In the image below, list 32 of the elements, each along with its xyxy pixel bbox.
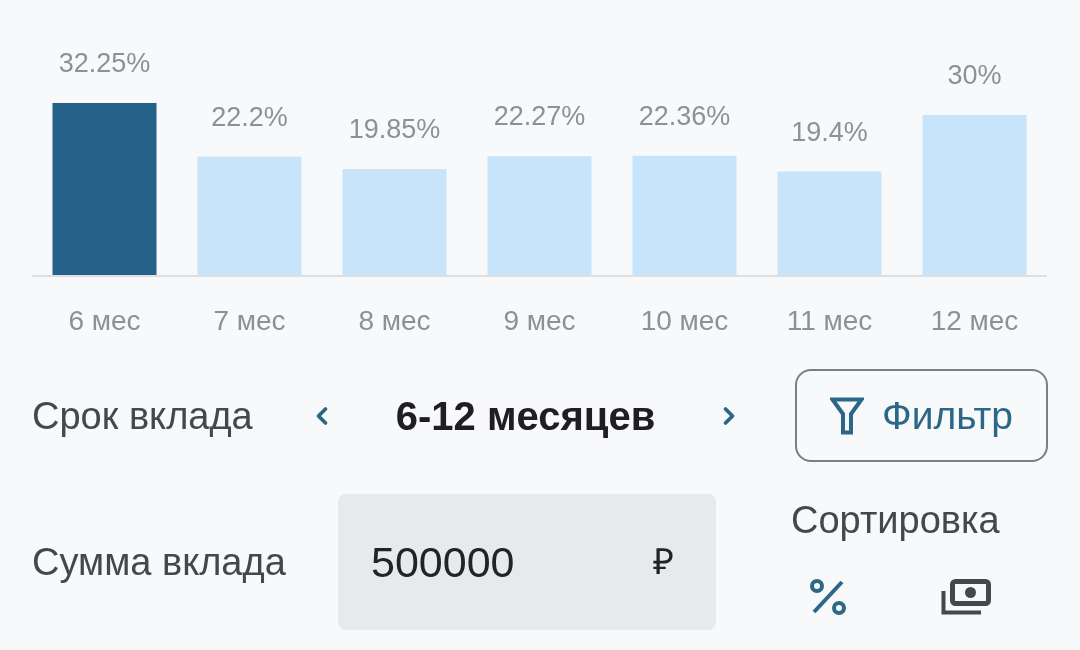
axis-label: 6 мес — [68, 305, 141, 336]
value-label: 32.25% — [58, 48, 151, 78]
value-label: 19.85% — [348, 114, 441, 145]
sort-label: Сортировка — [791, 499, 1000, 541]
axis-label: 7 мес — [213, 305, 286, 336]
term-label: Срок вклада — [32, 393, 254, 438]
axis-label: 12 мес — [930, 305, 1019, 336]
axis-label: 9 мес — [503, 305, 576, 336]
value-label: 30% — [947, 60, 1002, 90]
value-label: 22.27% — [493, 101, 586, 132]
axis-label: 8 мес — [358, 305, 431, 336]
bar[interactable] — [632, 155, 737, 275]
banknotes-icon — [941, 579, 991, 615]
value-label: 19.4% — [791, 116, 868, 147]
value-label: 22.36% — [638, 100, 731, 131]
bar[interactable] — [922, 115, 1027, 275]
bar[interactable] — [777, 171, 882, 275]
value-label: 22.2% — [211, 101, 288, 132]
percent-icon — [809, 578, 847, 616]
amount-field[interactable]: 500000 ₽ — [338, 494, 716, 630]
bar[interactable] — [342, 169, 447, 275]
amount-value: 500000 — [371, 537, 515, 587]
amount-label: Сумма вклада — [32, 540, 287, 584]
axis-label: 11 мес — [786, 305, 873, 336]
currency-symbol: ₽ — [653, 541, 674, 583]
bar[interactable] — [487, 156, 592, 275]
bar[interactable] — [52, 103, 157, 275]
filter-button[interactable]: Фильтр — [795, 369, 1048, 462]
bar[interactable] — [197, 156, 302, 275]
filter-icon — [830, 396, 864, 435]
axis-label: 10 мес — [640, 305, 729, 336]
term-value: 6-12 месяцев — [394, 392, 657, 439]
